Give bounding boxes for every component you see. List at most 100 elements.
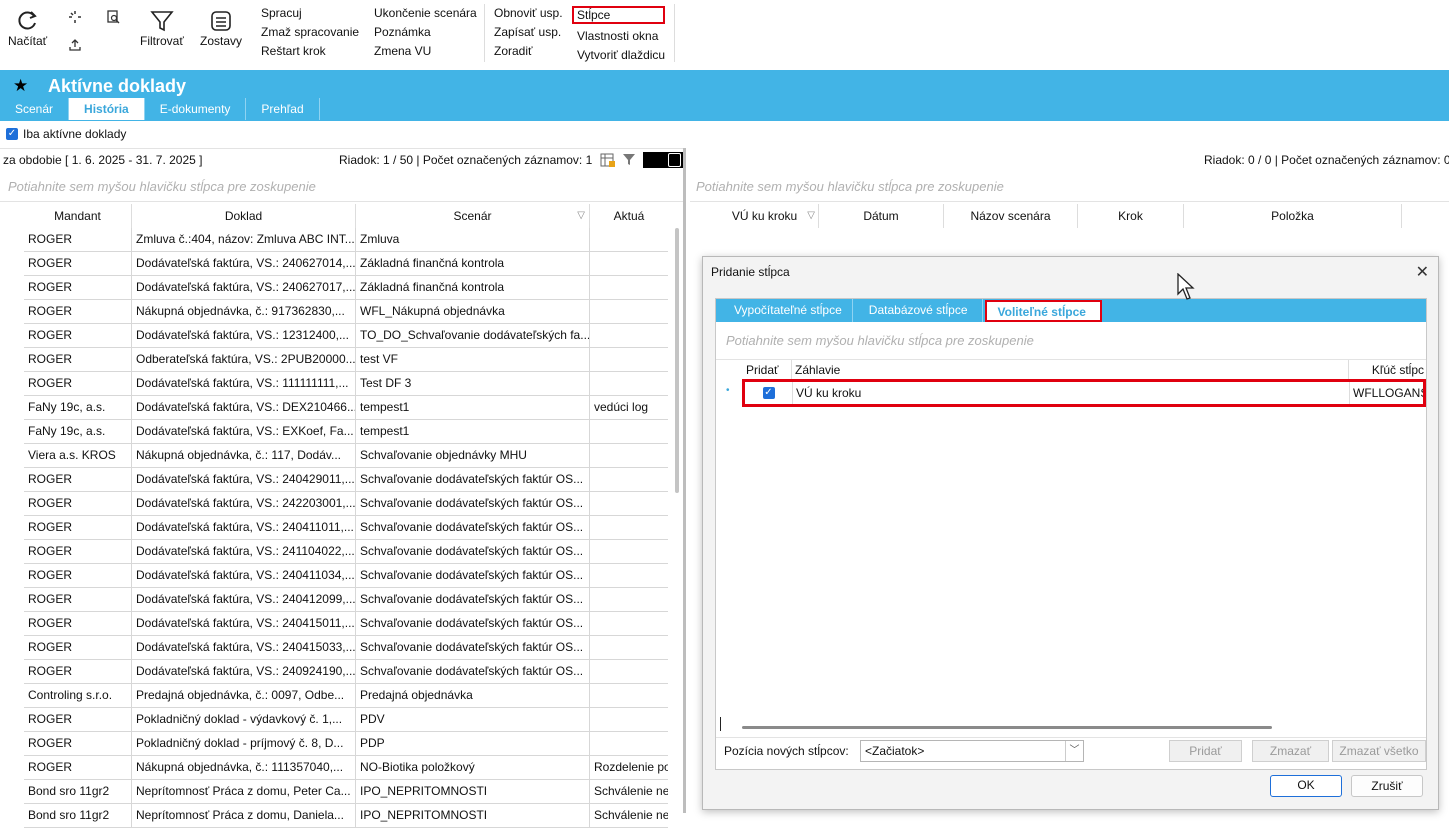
- column-header-datum[interactable]: Dátum: [819, 204, 944, 228]
- tab-prehlad[interactable]: Prehľad: [246, 98, 320, 120]
- cell-aktualny: Schválenie ne: [594, 784, 668, 798]
- splitter[interactable]: [683, 148, 686, 813]
- cancel-button[interactable]: Zrušiť: [1351, 775, 1423, 797]
- tab-scenar[interactable]: Scenár: [0, 98, 70, 120]
- add-button[interactable]: Pridať: [1169, 740, 1242, 762]
- cell-doklad: Dodávateľská faktúra, VS.: 240411034,...: [132, 564, 356, 588]
- table-row[interactable]: Bond sro 11gr2 Neprítomnosť Práca z domu,…: [24, 780, 668, 804]
- table-row[interactable]: ROGER Dodávateľská faktúra, VS.: 24041103…: [24, 564, 668, 588]
- column-header-zahlavie[interactable]: Záhlavie: [792, 360, 1349, 380]
- table-row[interactable]: ROGER Dodávateľská faktúra, VS.: 24041501…: [24, 612, 668, 636]
- load-button[interactable]: Načítať: [8, 8, 47, 48]
- export-icon[interactable]: [68, 38, 82, 55]
- table-row[interactable]: ROGER Dodávateľská faktúra, VS.: 24041101…: [24, 516, 668, 540]
- column-header-pridat[interactable]: Pridať: [742, 360, 792, 380]
- filter-icon[interactable]: [622, 152, 636, 169]
- column-header-scenar[interactable]: Scenár ▽: [356, 204, 590, 228]
- table-row[interactable]: ROGER Dodávateľská faktúra, VS.: 24092419…: [24, 660, 668, 684]
- search-doc-icon[interactable]: [106, 10, 120, 27]
- column-header-kluc[interactable]: Kľúč stĺpc: [1349, 360, 1426, 380]
- export-grid-icon[interactable]: [600, 152, 616, 171]
- table-row[interactable]: FaNy 19c, a.s. Dodávateľská faktúra, VS.:…: [24, 396, 668, 420]
- cell-scenar: Schvaľovanie dodávateľských faktúr OS...: [356, 660, 590, 684]
- reports-button[interactable]: Zostavy: [200, 8, 242, 48]
- column-header-polozka[interactable]: Položka: [1184, 204, 1402, 228]
- note-button[interactable]: Poznámka: [374, 25, 477, 39]
- vertical-scrollbar[interactable]: [675, 228, 679, 493]
- sort-filter-icon[interactable]: ▽: [577, 204, 585, 228]
- only-active-filter[interactable]: ✓ Iba aktívne doklady: [6, 127, 126, 141]
- columns-button[interactable]: Stĺpce: [572, 6, 666, 24]
- tab-optional-columns[interactable]: Voliteľné stĺpce: [984, 300, 1102, 322]
- horizontal-scrollbar[interactable]: [742, 726, 1272, 729]
- column-header-nazov-scenara[interactable]: Názov scenára: [944, 204, 1078, 228]
- column-header-krok[interactable]: Krok: [1078, 204, 1184, 228]
- table-row[interactable]: ROGER Pokladničný doklad - príjmový č. 8,…: [24, 732, 668, 756]
- table-row[interactable]: ROGER Dodávateľská faktúra, VS.: 24110402…: [24, 540, 668, 564]
- cell-mandant: ROGER: [24, 660, 132, 684]
- table-row[interactable]: ROGER Dodávateľská faktúra, VS.: 11111111…: [24, 372, 668, 396]
- table-row[interactable]: FaNy 19c, a.s. Dodávateľská faktúra, VS.:…: [24, 420, 668, 444]
- favorite-star-icon[interactable]: ★: [13, 76, 28, 96]
- save-layout-button[interactable]: Zapísať usp.: [494, 25, 563, 39]
- end-scenario-button[interactable]: Ukončenie scenára: [374, 6, 477, 20]
- cell-mandant: ROGER: [24, 228, 132, 252]
- close-icon[interactable]: ✕: [1416, 262, 1429, 282]
- cell-mandant: ROGER: [24, 588, 132, 612]
- ok-button[interactable]: OK: [1270, 775, 1342, 797]
- table-row[interactable]: ROGER Dodávateľská faktúra, VS.: 24041503…: [24, 636, 668, 660]
- process-button[interactable]: Spracuj: [261, 6, 359, 20]
- table-row[interactable]: ROGER Dodávateľská faktúra, VS.: 24042901…: [24, 468, 668, 492]
- delete-all-button[interactable]: Zmazať všetko: [1332, 740, 1426, 762]
- cell-doklad: Neprítomnosť Práca z domu, Peter Ca...: [132, 780, 356, 804]
- only-active-checkbox[interactable]: ✓: [6, 128, 18, 140]
- cell-mandant: Bond sro 11gr2: [24, 780, 132, 804]
- loading-icon[interactable]: [68, 10, 82, 27]
- change-vu-button[interactable]: Zmena VU: [374, 44, 477, 58]
- add-column-checkbox[interactable]: ✓: [762, 387, 775, 399]
- create-tile-button[interactable]: Vytvoriť dlaždicu: [577, 48, 665, 62]
- table-row[interactable]: ROGER Dodávateľská faktúra, VS.: 12312400…: [24, 324, 668, 348]
- window-properties-button[interactable]: Vlastnosti okna: [577, 29, 665, 43]
- cell-aktualny: [590, 540, 668, 564]
- refresh-icon: [17, 8, 39, 34]
- cell-mandant: FaNy 19c, a.s.: [24, 396, 132, 420]
- left-grid-header: Mandant Doklad Scenár ▽ Aktuá: [24, 204, 668, 228]
- tab-historia[interactable]: História: [69, 98, 145, 120]
- cell-doklad: Pokladničný doklad - príjmový č. 8, D...: [132, 732, 356, 756]
- table-row[interactable]: Bond sro 11gr2 Neprítomnosť Práca z domu,…: [24, 804, 668, 828]
- column-header-doklad[interactable]: Doklad: [132, 204, 356, 228]
- delete-button[interactable]: Zmazať: [1252, 740, 1329, 762]
- cell-aktualny: vedúci log: [594, 400, 649, 414]
- cell-doklad: Nákupná objednávka, č.: 117, Dodáv...: [132, 444, 356, 468]
- tab-e-dokumenty[interactable]: E-dokumenty: [145, 98, 247, 120]
- table-row[interactable]: ROGER Dodávateľská faktúra, VS.: 24062701…: [24, 252, 668, 276]
- tab-database-columns[interactable]: Databázové stĺpce: [853, 299, 983, 322]
- ribbon-group-layout: Obnoviť usp. Zapísať usp. Zoradiť: [494, 6, 563, 58]
- column-header-vu-ku-kroku[interactable]: VÚ ku kroku ▽: [711, 204, 819, 228]
- table-row[interactable]: ROGER Dodávateľská faktúra, VS.: 24220300…: [24, 492, 668, 516]
- sort-button[interactable]: Zoradiť: [494, 44, 563, 58]
- chevron-down-icon[interactable]: ﹀: [1065, 741, 1083, 761]
- table-row[interactable]: ROGER Nákupná objednávka, č.: 917362830,.…: [24, 300, 668, 324]
- sort-filter-icon[interactable]: ▽: [807, 204, 815, 228]
- column-header-aktualny[interactable]: Aktuá: [590, 204, 668, 228]
- column-header-mandant[interactable]: Mandant: [24, 204, 132, 228]
- restart-step-button[interactable]: Reštart krok: [261, 44, 359, 58]
- delete-processing-button[interactable]: Zmaž spracovanie: [261, 25, 359, 39]
- table-row[interactable]: ROGER Zmluva č.:404, názov: Zmluva ABC IN…: [24, 228, 668, 252]
- table-row[interactable]: ROGER Odberateľská faktúra, VS.: 2PUB2000…: [24, 348, 668, 372]
- column-chooser-icon[interactable]: [643, 152, 683, 168]
- table-row[interactable]: ROGER Pokladničný doklad - výdavkový č. 1…: [24, 708, 668, 732]
- position-select[interactable]: <Začiatok> ﹀: [860, 740, 1084, 762]
- table-row[interactable]: ROGER Nákupná objednávka, č.: 111357040,.…: [24, 756, 668, 780]
- table-row[interactable]: Viera a.s. KROS Nákupná objednávka, č.: 1…: [24, 444, 668, 468]
- restore-layout-button[interactable]: Obnoviť usp.: [494, 6, 563, 20]
- table-row[interactable]: ROGER Dodávateľská faktúra, VS.: 24062701…: [24, 276, 668, 300]
- table-row[interactable]: Controling s.r.o. Predajná objednávka, č.…: [24, 684, 668, 708]
- dialog-row[interactable]: ✓ VÚ ku kroku WFLLOGANSV: [742, 379, 1426, 407]
- table-row[interactable]: ROGER Dodávateľská faktúra, VS.: 24041209…: [24, 588, 668, 612]
- filter-button[interactable]: Filtrovať: [140, 8, 184, 48]
- cell-scenar: Zmluva: [356, 228, 590, 252]
- tab-computed-columns[interactable]: Vypočítateľné stĺpce: [716, 299, 853, 322]
